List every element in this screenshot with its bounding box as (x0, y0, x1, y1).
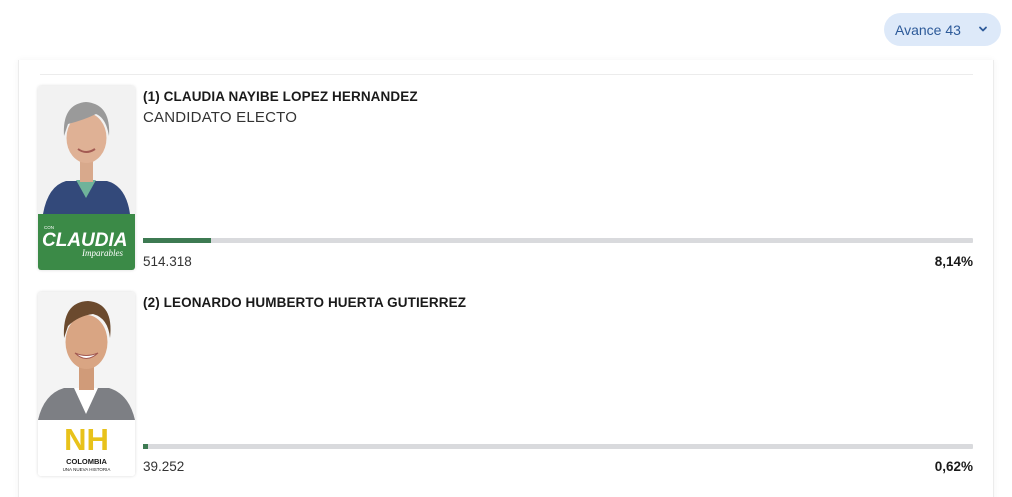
nh-logo-text: NH (64, 422, 109, 457)
candidate-name: (2) LEONARDO HUMBERTO HUERTA GUTIERREZ (143, 295, 467, 310)
candidate-percentage: 8,14% (934, 254, 973, 269)
vote-bar-track (143, 444, 973, 449)
nh-logo-tagline: UNA NUEVA HISTORIA (63, 467, 111, 472)
vote-bar-fill (143, 238, 211, 243)
candidate-photo-claudia: CON CLAUDIA Imparables (38, 86, 135, 270)
vote-bar-track (143, 238, 973, 243)
vote-bar-fill (143, 444, 149, 449)
candidate-votes: 514.318 (143, 254, 192, 269)
nh-logo-title: COLOMBIA (66, 457, 107, 466)
candidate-photo-leonardo: NH COLOMBIA UNA NUEVA HISTORIA (38, 292, 135, 476)
avance-dropdown[interactable]: Avance 43 (884, 13, 1001, 46)
avance-label: Avance 43 (895, 21, 961, 38)
claudia-logo-tagline: Imparables (81, 248, 123, 258)
candidate-name: (1) CLAUDIA NAYIBE LOPEZ HERNANDEZ (143, 89, 418, 104)
candidate-status: CANDIDATO ELECTO (143, 109, 298, 126)
divider (40, 74, 973, 75)
candidate-percentage: 0,62% (934, 459, 973, 474)
chevron-down-icon (979, 26, 987, 32)
candidate-votes: 39.252 (143, 459, 185, 474)
